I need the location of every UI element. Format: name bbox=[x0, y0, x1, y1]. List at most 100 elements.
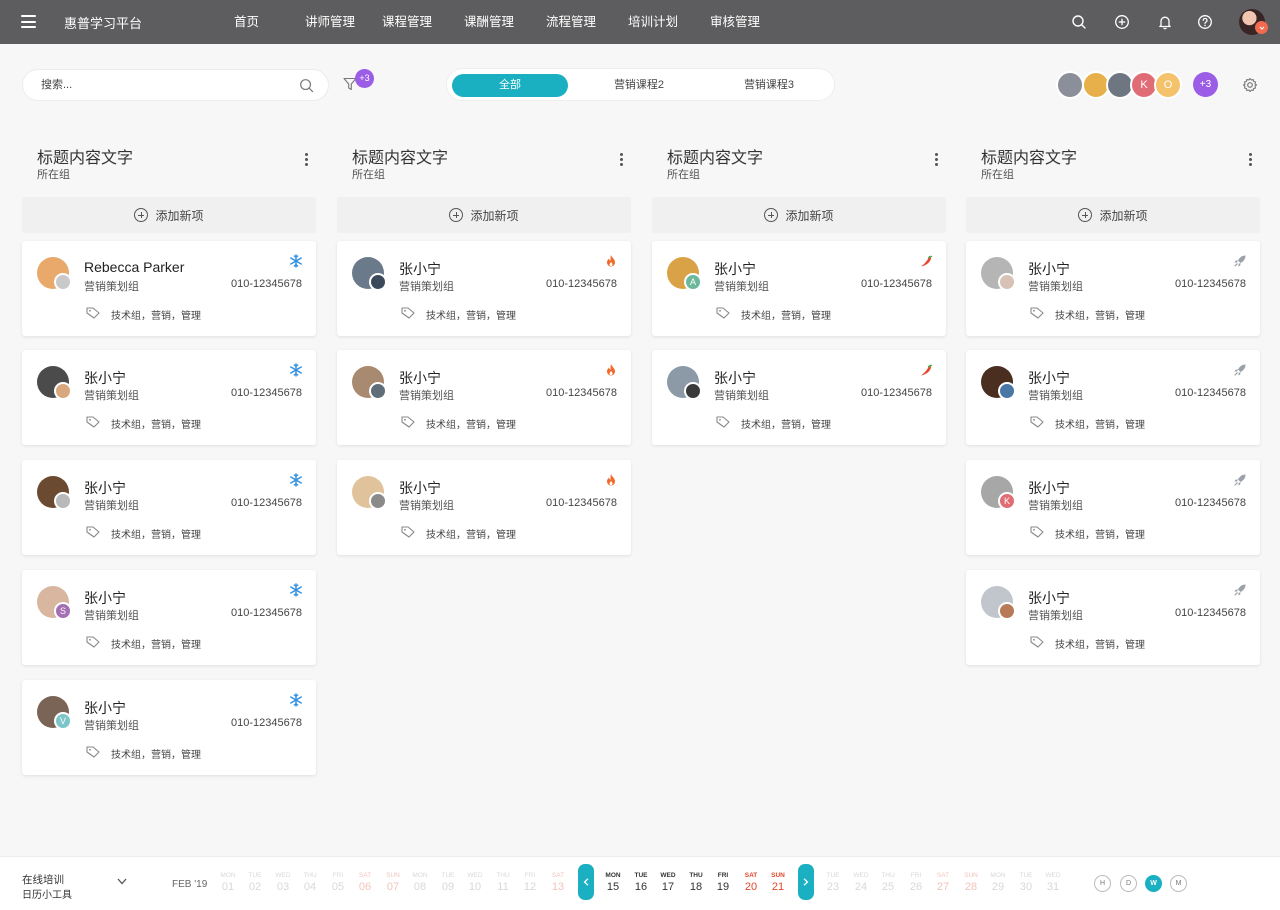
calendar-day[interactable]: SUN 28 bbox=[959, 872, 983, 893]
person-group: 营销策划组 bbox=[1028, 390, 1083, 402]
day-number: 02 bbox=[248, 881, 262, 893]
calendar-next-button[interactable] bbox=[798, 864, 814, 900]
add-item-button[interactable]: 添加新项 bbox=[652, 197, 946, 233]
person-name: 张小宁 bbox=[399, 370, 441, 386]
calendar-day[interactable]: WED 17 bbox=[656, 872, 680, 893]
calendar-day[interactable]: THU 11 bbox=[491, 872, 515, 893]
calendar-day[interactable]: TUE 02 bbox=[243, 872, 267, 893]
person-tags: 技术组，营销，管理 bbox=[111, 311, 201, 322]
calendar-day[interactable]: MON 29 bbox=[986, 872, 1010, 893]
more-vertical-icon[interactable] bbox=[615, 153, 627, 169]
person-card[interactable]: Rebecca Parker 营销策划组 010-12345678 技术组，营销… bbox=[22, 241, 316, 336]
segment-marketing-course-3[interactable]: 营销课程3 bbox=[711, 74, 827, 97]
nav-tab-process[interactable]: 流程管理 bbox=[536, 0, 606, 44]
segment-all[interactable]: 全部 bbox=[452, 74, 568, 97]
more-vertical-icon[interactable] bbox=[1244, 153, 1256, 169]
nav-tab-review[interactable]: 审核管理 bbox=[700, 0, 770, 44]
person-card[interactable]: 张小宁 营销策划组 010-12345678 技术组，营销，管理 bbox=[966, 241, 1260, 336]
person-card[interactable]: A 张小宁 营销策划组 010-12345678 技术组，营销，管理 bbox=[652, 241, 946, 336]
calendar-day[interactable]: WED 31 bbox=[1041, 872, 1065, 893]
calendar-day[interactable]: SUN 07 bbox=[381, 872, 405, 893]
person-card[interactable]: K 张小宁 营销策划组 010-12345678 技术组，营销，管理 bbox=[966, 460, 1260, 555]
calendar-day[interactable]: TUE 30 bbox=[1014, 872, 1038, 893]
person-tags: 技术组，营销，管理 bbox=[111, 750, 201, 761]
help-icon[interactable] bbox=[1197, 14, 1213, 30]
add-item-button[interactable]: 添加新项 bbox=[966, 197, 1260, 233]
calendar-day[interactable]: TUE 09 bbox=[436, 872, 460, 893]
person-card[interactable]: 张小宁 营销策划组 010-12345678 技术组，营销，管理 bbox=[337, 350, 631, 445]
person-name: 张小宁 bbox=[1028, 480, 1070, 496]
segment-marketing-course-2[interactable]: 营销课程2 bbox=[581, 74, 697, 97]
calendar-day[interactable]: SAT 06 bbox=[353, 872, 377, 893]
rocket-icon bbox=[1233, 583, 1247, 597]
nav-tab-lecturers[interactable]: 讲师管理 bbox=[288, 0, 372, 44]
calendar-prev-button[interactable] bbox=[578, 864, 594, 900]
person-card[interactable]: 张小宁 营销策划组 010-12345678 技术组，营销，管理 bbox=[22, 350, 316, 445]
person-card[interactable]: 张小宁 营销策划组 010-12345678 技术组，营销，管理 bbox=[966, 350, 1260, 445]
view-button-w[interactable]: W bbox=[1145, 875, 1162, 892]
member-avatar[interactable] bbox=[1056, 71, 1084, 99]
add-circle-icon[interactable] bbox=[1114, 14, 1130, 30]
calendar-day[interactable]: SAT 27 bbox=[931, 872, 955, 893]
nav-tab-fees[interactable]: 课酬管理 bbox=[442, 0, 536, 44]
person-card[interactable]: 张小宁 营销策划组 010-12345678 技术组，营销，管理 bbox=[652, 350, 946, 445]
person-card[interactable]: 张小宁 营销策划组 010-12345678 技术组，营销，管理 bbox=[337, 241, 631, 336]
column-subtitle: 所在组 bbox=[352, 169, 385, 181]
calendar-day[interactable]: FRI 26 bbox=[904, 872, 928, 893]
calendar-day[interactable]: WED 24 bbox=[849, 872, 873, 893]
person-group: 营销策划组 bbox=[84, 390, 139, 402]
nav-tab-home[interactable]: 首页 bbox=[205, 0, 288, 44]
user-avatar[interactable] bbox=[1239, 9, 1268, 35]
person-card[interactable]: V 张小宁 营销策划组 010-12345678 技术组，营销，管理 bbox=[22, 680, 316, 775]
calendar-day[interactable]: WED 03 bbox=[271, 872, 295, 893]
nav-tab-training-plan[interactable]: 培训计划 bbox=[606, 0, 700, 44]
more-members-badge[interactable]: +3 bbox=[1193, 72, 1218, 97]
calendar-day[interactable]: SAT 13 bbox=[546, 872, 570, 893]
member-avatar[interactable]: O bbox=[1154, 71, 1182, 99]
calendar-day[interactable]: FRI 19 bbox=[711, 872, 735, 893]
view-button-h[interactable]: H bbox=[1094, 875, 1111, 892]
calendar-day[interactable]: TUE 16 bbox=[629, 872, 653, 893]
calendar-day[interactable]: MON 01 bbox=[216, 872, 240, 893]
calendar-day[interactable]: FRI 05 bbox=[326, 872, 350, 893]
day-name: FRI bbox=[910, 872, 922, 879]
brand-title: 惠普学习平台 bbox=[64, 16, 143, 31]
person-phone: 010-12345678 bbox=[231, 607, 302, 619]
calendar-day[interactable]: SAT 20 bbox=[739, 872, 763, 893]
day-name: SUN bbox=[771, 872, 785, 879]
calendar-day[interactable]: THU 04 bbox=[298, 872, 322, 893]
column-title: 标题内容文字 bbox=[981, 150, 1078, 167]
chevron-down-icon[interactable] bbox=[117, 878, 127, 885]
calendar-day[interactable]: SUN 21 bbox=[766, 872, 790, 893]
more-vertical-icon[interactable] bbox=[300, 153, 312, 169]
calendar-day[interactable]: TUE 23 bbox=[821, 872, 845, 893]
person-card[interactable]: 张小宁 营销策划组 010-12345678 技术组，营销，管理 bbox=[22, 460, 316, 555]
menu-icon[interactable] bbox=[21, 15, 36, 28]
calendar-day[interactable]: FRI 12 bbox=[518, 872, 542, 893]
gear-icon[interactable] bbox=[1242, 77, 1258, 93]
calendar-day[interactable]: MON 08 bbox=[408, 872, 432, 893]
add-item-button[interactable]: 添加新项 bbox=[337, 197, 631, 233]
search-icon[interactable] bbox=[1071, 14, 1087, 30]
nav-tab-courses[interactable]: 课程管理 bbox=[372, 0, 442, 44]
calendar-day[interactable]: THU 25 bbox=[876, 872, 900, 893]
day-name: SUN bbox=[964, 872, 978, 879]
search-input[interactable] bbox=[41, 70, 291, 100]
person-card[interactable]: S 张小宁 营销策划组 010-12345678 技术组，营销，管理 bbox=[22, 570, 316, 665]
person-card[interactable]: 张小宁 营销策划组 010-12345678 技术组，营销，管理 bbox=[337, 460, 631, 555]
view-button-d[interactable]: D bbox=[1120, 875, 1137, 892]
calendar-day[interactable]: WED 10 bbox=[463, 872, 487, 893]
day-number: 20 bbox=[744, 881, 758, 893]
more-vertical-icon[interactable] bbox=[930, 153, 942, 169]
tag-icon bbox=[1030, 525, 1044, 538]
column-subtitle: 所在组 bbox=[667, 169, 700, 181]
calendar-day[interactable]: THU 18 bbox=[684, 872, 708, 893]
calendar-day[interactable]: MON 15 bbox=[601, 872, 625, 893]
add-item-button[interactable]: 添加新项 bbox=[22, 197, 316, 233]
bell-icon[interactable] bbox=[1157, 14, 1173, 30]
search-icon[interactable] bbox=[299, 78, 314, 93]
person-card[interactable]: 张小宁 营销策划组 010-12345678 技术组，营销，管理 bbox=[966, 570, 1260, 665]
person-group: 营销策划组 bbox=[84, 281, 139, 293]
person-phone: 010-12345678 bbox=[231, 387, 302, 399]
view-button-m[interactable]: M bbox=[1170, 875, 1187, 892]
